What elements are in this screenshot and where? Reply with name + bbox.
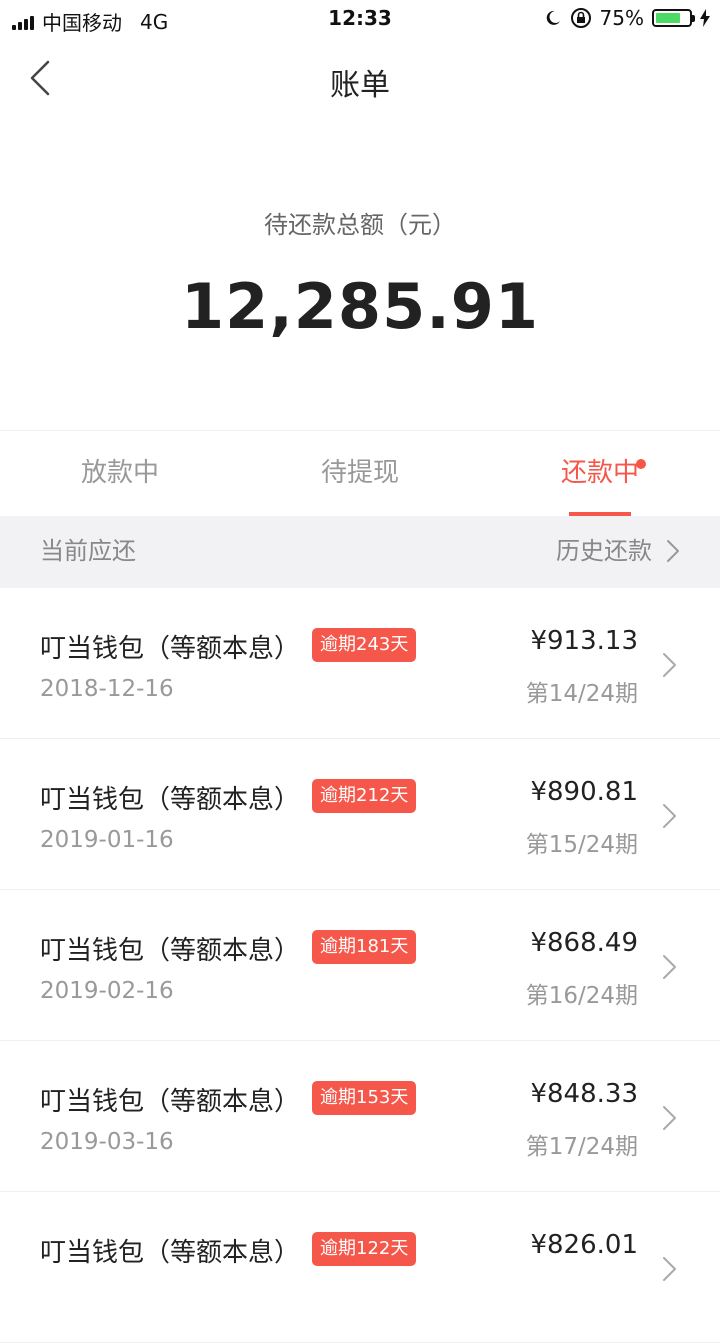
page-title: 账单: [330, 68, 390, 103]
bill-row[interactable]: 叮当钱包（等额本息） 逾期243天 2018-12-16 ¥913.13 第14/24期: [0, 588, 720, 739]
chevron-right-icon: [667, 540, 679, 562]
bill-date: 2019-01-16: [40, 827, 174, 853]
chevron-right-icon: [663, 1106, 676, 1130]
section-header: 当前应还 历史还款: [0, 516, 720, 588]
bill-period: 第17/24期: [525, 1134, 638, 1160]
tab-label: 还款中: [560, 458, 639, 488]
bill-name: 叮当钱包（等额本息）: [40, 1238, 301, 1268]
bill-name: 叮当钱包（等额本息）: [40, 936, 301, 966]
bill-row[interactable]: 叮当钱包（等额本息） 逾期122天 ¥826.01: [0, 1192, 720, 1343]
tab-label: 放款中: [80, 458, 159, 488]
bill-period: 第15/24期: [525, 832, 638, 858]
bill-name: 叮当钱包（等额本息）: [40, 1087, 301, 1117]
chevron-right-icon: [663, 653, 676, 677]
overdue-badge: 逾期212天: [312, 779, 417, 813]
bill-amount: ¥913.13: [530, 626, 638, 656]
status-bar: 中国移动 4G 12:33 75%: [0, 0, 720, 38]
history-repayment-label: 历史还款: [556, 537, 652, 565]
total-due-amount: 12,285.91: [180, 270, 540, 343]
tab-lending[interactable]: 放款中: [0, 431, 240, 517]
bill-name: 叮当钱包（等额本息）: [40, 785, 301, 815]
tab-repaying[interactable]: 还款中: [480, 431, 720, 517]
rotation-lock-icon: [570, 8, 591, 28]
bill-amount: ¥890.81: [530, 777, 638, 807]
bill-period: 第16/24期: [525, 983, 638, 1009]
history-repayment-link[interactable]: 历史还款: [556, 516, 680, 586]
notification-dot: [636, 459, 646, 469]
chevron-right-icon: [663, 955, 676, 979]
bill-name: 叮当钱包（等额本息）: [40, 634, 301, 664]
current-due-label: 当前应还: [40, 537, 136, 565]
moon-icon: [546, 10, 560, 25]
tab-label: 待提现: [320, 458, 399, 488]
total-due-label: 待还款总额（元）: [264, 211, 456, 239]
overdue-badge: 逾期122天: [312, 1232, 417, 1266]
bill-list: 叮当钱包（等额本息） 逾期243天 2018-12-16 ¥913.13 第14/24期…: [0, 588, 720, 1343]
bill-amount: ¥826.01: [530, 1230, 638, 1260]
overdue-badge: 逾期243天: [312, 628, 417, 662]
bill-row[interactable]: 叮当钱包（等额本息） 逾期181天 2019-02-16 ¥868.49 第16/24期: [0, 890, 720, 1041]
bill-date: 2019-02-16: [40, 978, 174, 1004]
overdue-badge: 逾期153天: [312, 1081, 417, 1115]
battery-icon: [652, 9, 695, 27]
overdue-badge: 逾期181天: [312, 930, 417, 964]
bill-period: 第14/24期: [525, 681, 638, 707]
battery-percent: 75%: [599, 6, 644, 30]
tab-bar: 放款中 待提现 还款中: [0, 430, 720, 517]
status-right: 75%: [544, 6, 710, 30]
chevron-right-icon: [663, 804, 676, 828]
charging-icon: [700, 9, 710, 27]
bill-row[interactable]: 叮当钱包（等额本息） 逾期153天 2019-03-16 ¥848.33 第17/24期: [0, 1041, 720, 1192]
bill-row[interactable]: 叮当钱包（等额本息） 逾期212天 2019-01-16 ¥890.81 第15/24期: [0, 739, 720, 890]
bill-amount: ¥848.33: [530, 1079, 638, 1109]
bill-amount: ¥868.49: [530, 928, 638, 958]
nav-bar: 账单: [0, 38, 720, 118]
tab-pending-withdraw[interactable]: 待提现: [240, 431, 480, 517]
bill-date: 2019-03-16: [40, 1129, 174, 1155]
bill-date: 2018-12-16: [40, 676, 174, 702]
